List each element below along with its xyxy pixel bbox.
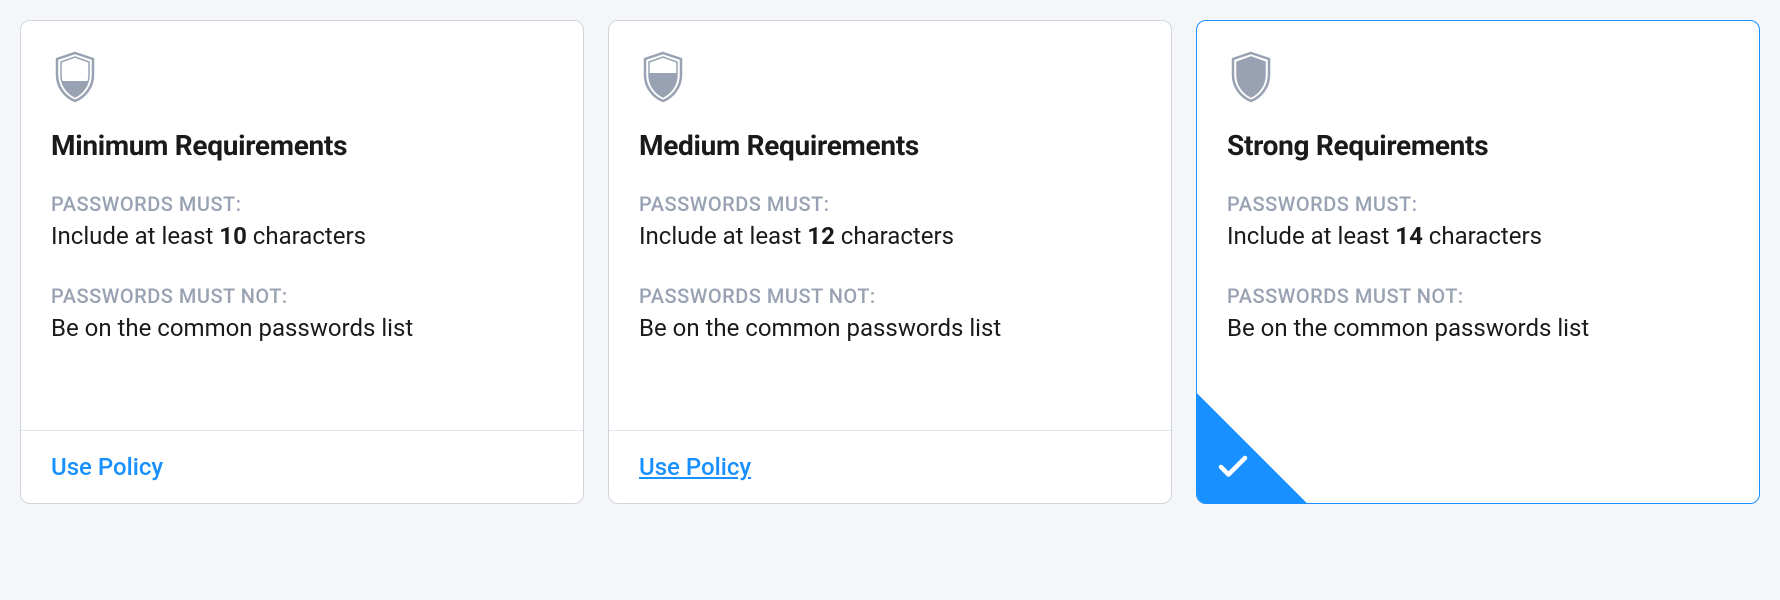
policy-card-strong[interactable]: Strong Requirements PASSWORDS MUST: Incl…	[1196, 20, 1760, 504]
must-subheader: PASSWORDS MUST:	[639, 192, 1141, 216]
min-chars-value: 10	[219, 222, 247, 250]
selected-indicator	[1197, 393, 1307, 503]
must-not-requirement: Be on the common passwords list	[51, 312, 553, 346]
card-footer: Use Policy	[21, 430, 583, 503]
must-not-requirement: Be on the common passwords list	[1227, 312, 1729, 346]
card-title: Strong Requirements	[1227, 129, 1729, 162]
card-title: Medium Requirements	[639, 129, 1141, 162]
shield-icon	[639, 51, 687, 103]
shield-icon	[51, 51, 99, 103]
check-icon	[1215, 449, 1251, 485]
must-subheader: PASSWORDS MUST:	[1227, 192, 1729, 216]
include-prefix: Include at least	[51, 222, 219, 250]
use-policy-link[interactable]: Use Policy	[639, 453, 751, 481]
policy-cards-container: Minimum Requirements PASSWORDS MUST: Inc…	[20, 20, 1760, 504]
must-not-requirement: Be on the common passwords list	[639, 312, 1141, 346]
policy-card-minimum[interactable]: Minimum Requirements PASSWORDS MUST: Inc…	[20, 20, 584, 504]
use-policy-link[interactable]: Use Policy	[51, 453, 163, 481]
must-not-subheader: PASSWORDS MUST NOT:	[51, 284, 553, 308]
must-not-subheader: PASSWORDS MUST NOT:	[1227, 284, 1729, 308]
must-requirement: Include at least 12 characters	[639, 220, 1141, 254]
include-prefix: Include at least	[639, 222, 807, 250]
must-requirement: Include at least 10 characters	[51, 220, 553, 254]
min-chars-value: 14	[1395, 222, 1423, 250]
must-not-subheader: PASSWORDS MUST NOT:	[639, 284, 1141, 308]
must-requirement: Include at least 14 characters	[1227, 220, 1729, 254]
shield-icon	[1227, 51, 1275, 103]
card-body: Minimum Requirements PASSWORDS MUST: Inc…	[21, 21, 583, 430]
include-suffix: characters	[247, 222, 366, 250]
min-chars-value: 12	[807, 222, 835, 250]
include-suffix: characters	[1423, 222, 1542, 250]
policy-card-medium[interactable]: Medium Requirements PASSWORDS MUST: Incl…	[608, 20, 1172, 504]
card-title: Minimum Requirements	[51, 129, 553, 162]
card-body: Medium Requirements PASSWORDS MUST: Incl…	[609, 21, 1171, 430]
include-prefix: Include at least	[1227, 222, 1395, 250]
must-subheader: PASSWORDS MUST:	[51, 192, 553, 216]
include-suffix: characters	[835, 222, 954, 250]
card-footer: Use Policy	[609, 430, 1171, 503]
